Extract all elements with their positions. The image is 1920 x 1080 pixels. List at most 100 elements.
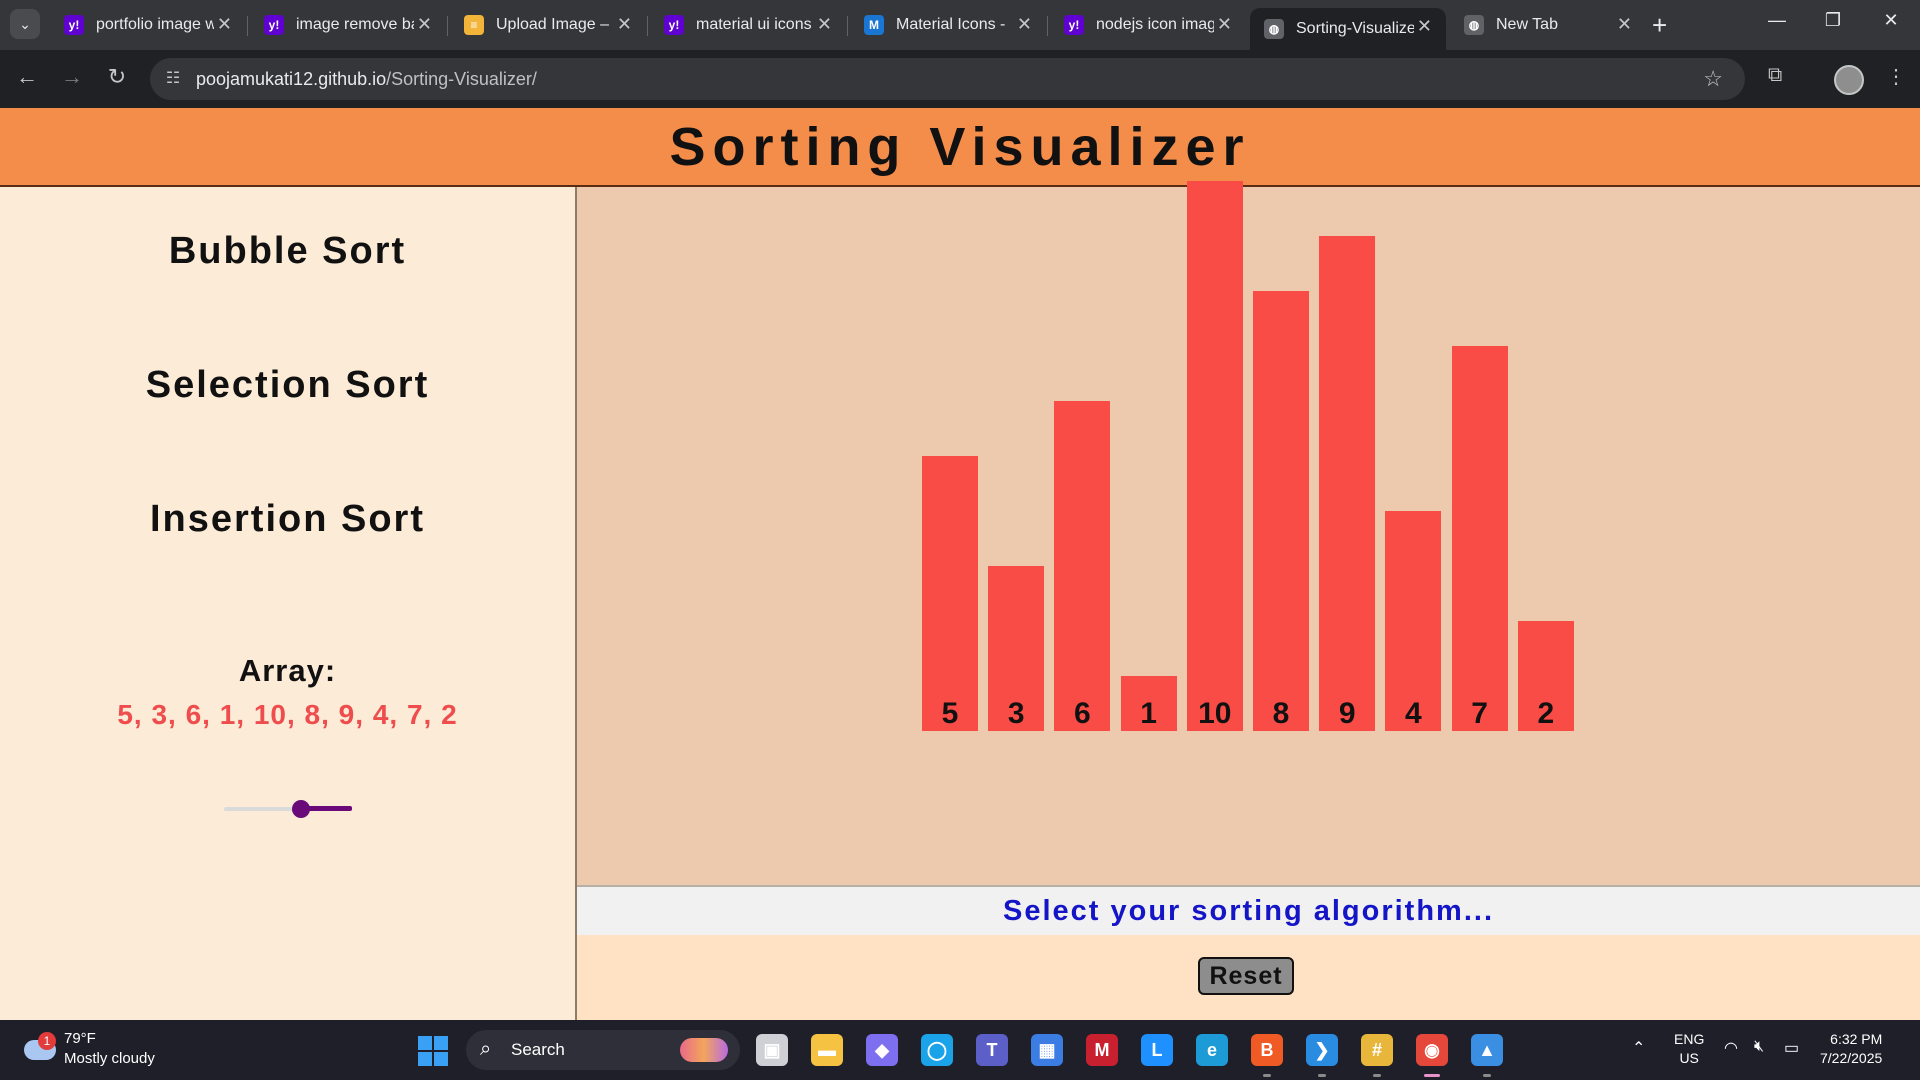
battery-icon[interactable]: ▭ [1784,1038,1799,1058]
tab-close-icon[interactable]: ✕ [1617,14,1632,35]
new-tab-button[interactable]: + [1652,10,1667,41]
browser-tab[interactable]: y! image remove ba ✕ [250,6,446,44]
browser-tab[interactable]: ◍ New Tab ✕ [1450,6,1646,44]
task-view-icon[interactable]: ▣ [756,1034,788,1066]
mui-icon: M [864,15,884,35]
close-window-button[interactable]: ✕ [1868,10,1914,31]
bar-value-label: 1 [1140,697,1157,730]
bar-value-label: 9 [1338,697,1356,730]
back-button[interactable]: ← [12,64,42,90]
tab-close-icon[interactable]: ✕ [817,14,832,35]
array-bar: 3 [988,566,1045,731]
search-label: Search [511,1040,565,1059]
edge-icon[interactable]: e [1196,1034,1228,1066]
selection-sort-button[interactable]: Selection Sort [0,364,575,407]
tab-title: image remove ba [296,16,414,33]
tab-title: Material Icons - [896,16,1006,33]
brave-icon[interactable]: B [1251,1034,1283,1066]
vscode-icon[interactable]: ❯ [1306,1034,1338,1066]
reset-area: Reset [577,935,1920,1020]
array-bar: 5 [922,456,978,731]
l-app-icon[interactable]: L [1141,1034,1173,1066]
menu-icon[interactable]: ⋮ [1886,64,1906,89]
notification-badge: 1 [38,1032,56,1050]
chrome-icon[interactable]: ◉ [1416,1034,1448,1066]
start-button[interactable] [418,1036,448,1066]
lang-line2: US [1679,1050,1699,1066]
bar-value-label: 6 [1074,697,1091,730]
tab-separator [1047,16,1048,36]
extensions-icon[interactable]: ⧉ [1768,64,1782,87]
taskbar: 1 79°F Mostly cloudy ⌕ Search ▣ ▬ ◆ ◯ T ▦ M Le B… [0,1020,1920,1080]
clock-time: 6:32 PM [1830,1031,1883,1047]
store-icon[interactable]: ▦ [1031,1034,1063,1066]
bubble-sort-button[interactable]: Bubble Sort [0,230,575,273]
tab-close-icon[interactable]: ✕ [217,14,232,35]
speed-slider[interactable] [224,800,352,818]
browser-tab[interactable]: ≡ Upload Image – ✕ [450,6,646,44]
browser-tab[interactable]: ◍ Sorting-Visualize ✕ [1250,8,1446,50]
reload-button[interactable]: ↻ [102,64,132,90]
yahoo-icon: y! [1064,15,1084,35]
clock[interactable]: 6:32 PM 7/22/2025 [1820,1030,1882,1068]
running-indicator [1263,1074,1271,1077]
running-indicator [1424,1074,1440,1077]
mcafee-icon[interactable]: M [1086,1034,1118,1066]
bar-value-label: 2 [1537,697,1555,730]
tab-close-icon[interactable]: ✕ [1217,14,1232,35]
running-indicator [1483,1074,1491,1077]
search-highlight-icon [680,1038,728,1062]
yahoo-icon: y! [664,15,684,35]
insertion-sort-button[interactable]: Insertion Sort [0,498,575,541]
wifi-icon[interactable]: ◠ [1724,1038,1738,1058]
address-bar[interactable]: ☷ poojamukati12.github.io/Sorting-Visual… [150,58,1745,100]
bookmark-star-icon[interactable]: ☆ [1703,66,1723,92]
copilot-icon[interactable]: ◆ [866,1034,898,1066]
visualization-area: 5 3 6 1 10 8 9 4 7 2 [577,181,1920,885]
taskbar-search[interactable]: ⌕ Search [466,1030,740,1070]
chevron-down-icon: ⌄ [19,15,31,32]
array-bar: 6 [1054,401,1111,731]
url-text[interactable]: poojamukati12.github.io/Sorting-Visualiz… [196,69,537,90]
minimize-button[interactable]: — [1754,10,1800,31]
tab-close-icon[interactable]: ✕ [617,14,632,35]
status-message: Select your sorting algorithm... [1002,894,1494,927]
running-indicator [1373,1074,1381,1077]
forward-button[interactable]: → [57,64,87,90]
array-bar: 1 [1120,676,1177,731]
tab-close-icon[interactable]: ✕ [1417,16,1432,37]
browser-tab[interactable]: y! nodejs icon imag ✕ [1050,6,1246,44]
cortana-icon[interactable]: ◯ [921,1034,953,1066]
profile-avatar[interactable] [1834,65,1864,95]
tab-title: New Tab [1496,16,1558,33]
weather-widget[interactable]: 1 79°F Mostly cloudy [20,1028,180,1072]
site-info-icon[interactable]: ☷ [162,68,184,90]
page-title: Sorting Visualizer [669,116,1251,177]
browser-tab[interactable]: y! portfolio image w ✕ [50,6,246,44]
slack-icon[interactable]: # [1361,1034,1393,1066]
photos-icon[interactable]: ▲ [1471,1034,1503,1066]
tab-title: portfolio image w [96,16,214,33]
browser-tab[interactable]: y! material ui icons ✕ [650,6,846,44]
reset-button[interactable]: Reset [1198,957,1294,995]
tab-title: Sorting-Visualize [1296,20,1414,37]
language-indicator[interactable]: ENG US [1674,1030,1704,1068]
file-explorer-icon[interactable]: ▬ [811,1034,843,1066]
chevron-up-icon[interactable]: ⌃ [1632,1038,1645,1058]
tab-separator [847,16,848,36]
array-values: 5, 3, 6, 1, 10, 8, 9, 4, 7, 2 [117,699,458,730]
tab-close-icon[interactable]: ✕ [1017,14,1032,35]
slider-thumb[interactable] [292,800,311,818]
tab-search-button[interactable]: ⌄ [10,9,40,39]
volume-muted-icon[interactable]: 🔇︎ [1754,1038,1764,1056]
web-page: Sorting Visualizer Bubble Sort Selection… [0,108,1920,1020]
bar-value-label: 10 [1198,697,1232,730]
browser-tab[interactable]: M Material Icons - ✕ [850,6,1046,44]
teams-icon[interactable]: T [976,1034,1008,1066]
clock-date: 7/22/2025 [1820,1050,1883,1066]
search-icon: ⌕ [480,1038,492,1060]
lang-line1: ENG [1674,1031,1705,1047]
array-bar: 7 [1451,346,1508,731]
tab-close-icon[interactable]: ✕ [417,14,432,35]
restore-button[interactable]: ❐ [1810,10,1856,31]
